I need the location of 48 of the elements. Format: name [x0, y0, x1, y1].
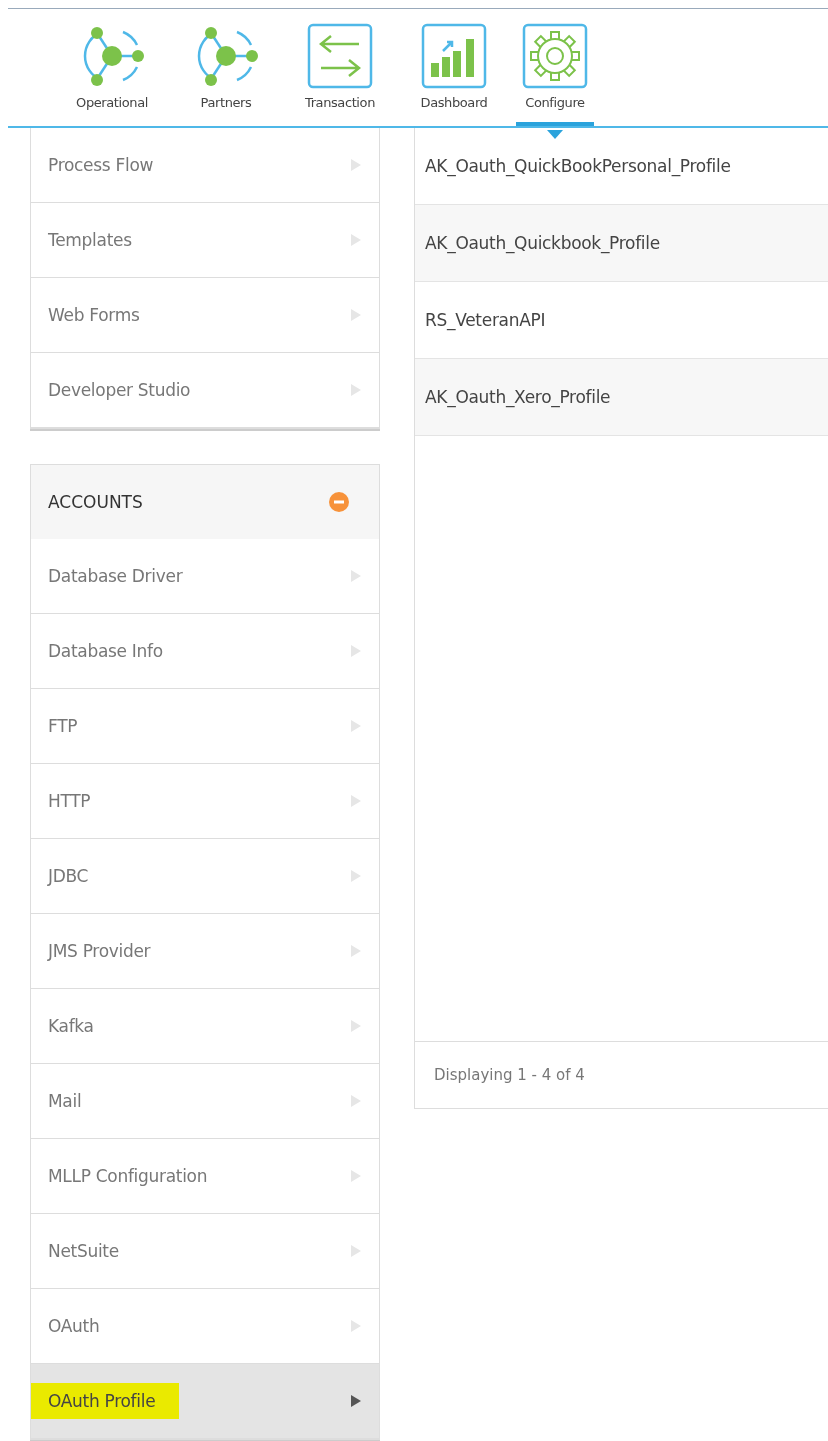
chevron-right-icon	[351, 1020, 361, 1032]
chevron-right-icon	[351, 570, 361, 582]
chevron-right-icon	[351, 1245, 361, 1257]
menu-label: Process Flow	[48, 155, 154, 175]
chevron-right-icon	[351, 945, 361, 957]
arrows-icon	[307, 23, 373, 89]
chevron-right-icon	[351, 1395, 361, 1407]
menu-label: NetSuite	[48, 1241, 119, 1261]
nav-tab[interactable]: Dashboard	[402, 9, 506, 126]
chevron-right-icon	[351, 1095, 361, 1107]
list-row[interactable]: AK_Oauth_Quickbook_Profile	[415, 205, 828, 282]
menu-label: Kafka	[48, 1016, 94, 1036]
menu-item[interactable]: OAuth Profile	[31, 1364, 379, 1439]
nav-tab[interactable]: Transaction	[288, 9, 392, 126]
menu-label: Web Forms	[48, 305, 140, 325]
nav-tab[interactable]: Partners	[174, 9, 278, 126]
list-row[interactable]: AK_Oauth_Xero_Profile	[415, 359, 828, 436]
menu-label: HTTP	[48, 791, 91, 811]
chevron-right-icon	[351, 720, 361, 732]
menu-label: FTP	[48, 716, 78, 736]
paging-info: Displaying 1 - 4 of 4	[415, 1041, 828, 1108]
nav-tab[interactable]: Configure	[516, 9, 594, 126]
highlighted-label: OAuth Profile	[31, 1383, 180, 1419]
caret-icon	[547, 130, 563, 139]
chevron-right-icon	[351, 384, 361, 396]
menu-label: Developer Studio	[48, 380, 191, 400]
collapse-icon[interactable]	[329, 492, 349, 512]
section-header[interactable]: ACCOUNTS	[31, 464, 379, 539]
chevron-right-icon	[351, 309, 361, 321]
chevron-right-icon	[351, 645, 361, 657]
chevron-right-icon	[351, 795, 361, 807]
chevron-right-icon	[351, 870, 361, 882]
menu-label: OAuth	[48, 1316, 100, 1336]
gear-icon	[522, 23, 588, 89]
menu-label: JDBC	[48, 866, 89, 886]
menu-label: Templates	[48, 230, 132, 250]
menu-label: Database Info	[48, 641, 163, 661]
chevron-right-icon	[351, 159, 361, 171]
nav-tab[interactable]: Operational	[60, 9, 164, 126]
menu-label: MLLP Configuration	[48, 1166, 208, 1186]
bar-chart-icon	[421, 23, 487, 89]
menu-label: JMS Provider	[48, 941, 151, 961]
menu-label: Mail	[48, 1091, 82, 1111]
chevron-right-icon	[351, 1170, 361, 1182]
section-title: ACCOUNTS	[48, 492, 143, 512]
menu-label: Database Driver	[48, 566, 183, 586]
chevron-right-icon	[351, 1320, 361, 1332]
chevron-right-icon	[351, 234, 361, 246]
